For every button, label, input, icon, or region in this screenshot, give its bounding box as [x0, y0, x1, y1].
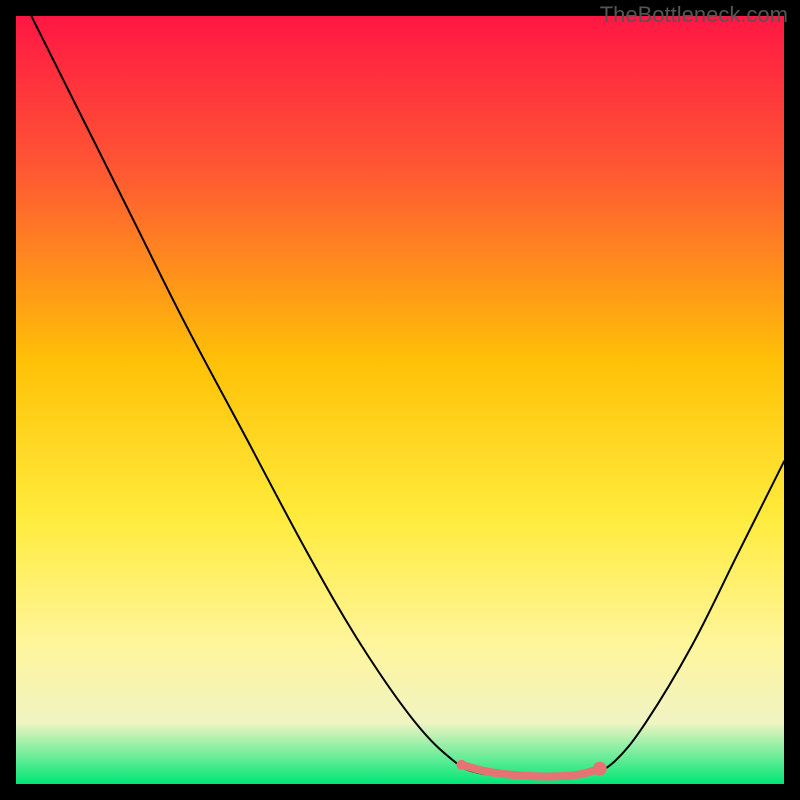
- highlight-segment-end-marker: [593, 762, 607, 776]
- plot-area: [16, 16, 784, 784]
- highlight-segment-start-marker: [456, 760, 466, 770]
- watermark-text: TheBottleneck.com: [600, 2, 788, 28]
- chart-container: TheBottleneck.com: [0, 0, 800, 800]
- chart-svg: [16, 16, 784, 784]
- gradient-background: [16, 16, 784, 784]
